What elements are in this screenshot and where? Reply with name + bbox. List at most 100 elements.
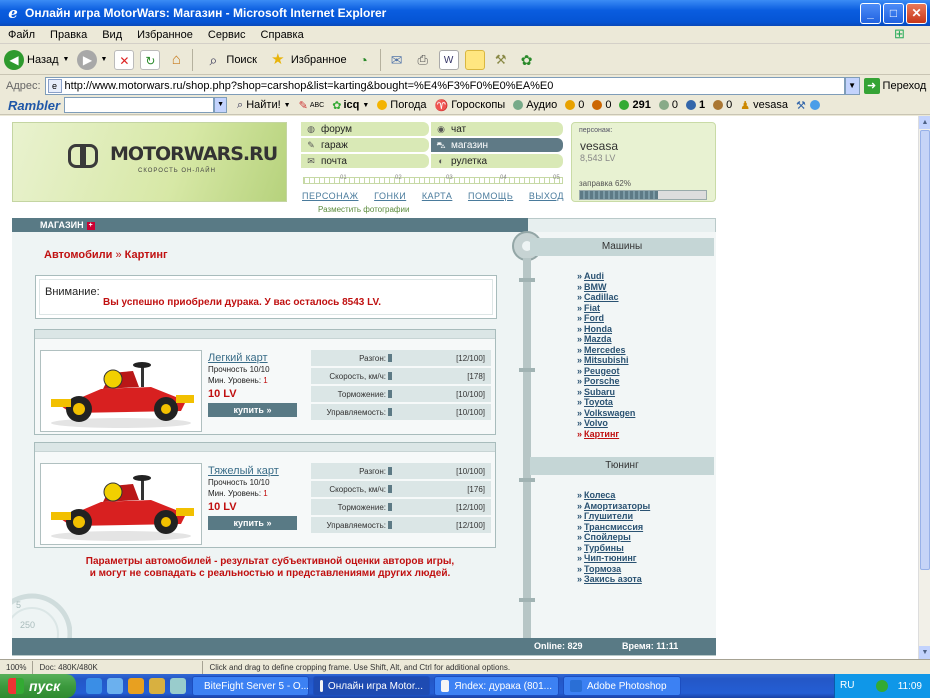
tray-icon[interactable] [875,680,888,692]
car-link-fiat[interactable]: » Fiat [577,303,635,314]
link-text[interactable]: Volkswagen [584,408,635,418]
menu-view[interactable]: Вид [94,29,129,41]
edit-icon[interactable]: W [438,49,459,70]
link-text[interactable]: Cadillac [584,292,619,302]
task-bitefight[interactable]: BiteFight Server 5 - О... [192,676,309,696]
nav-forum[interactable]: ◍ форум [301,122,429,136]
counter-people[interactable]: 0 [709,99,736,111]
start-button[interactable]: пуск [0,674,76,698]
car-link-porsche[interactable]: » Porsche [577,376,635,387]
car-link-mazda[interactable]: » Mazda [577,334,635,345]
tuning-link-brakes[interactable]: » Тормоза [577,564,650,575]
back-button[interactable]: ◀ Назад ▼ [0,47,73,73]
link-text[interactable]: Mitsubishi [584,355,629,365]
link-text[interactable]: Колеса [584,490,615,500]
link-text[interactable]: Амортизаторы [584,501,650,511]
history-icon[interactable]: ◔ [354,50,374,70]
upload-photos-link[interactable]: Разместить фотографии [318,205,409,214]
buy-button[interactable]: купить » [208,403,297,417]
link-text[interactable]: Глушители [584,511,633,521]
counter-mail[interactable]: 0 [561,99,588,111]
car-link-toyota[interactable]: » Toyota [577,397,635,408]
ie-quicklaunch-icon[interactable] [86,678,102,694]
app2-quicklaunch-icon[interactable] [170,678,186,694]
scroll-up-icon[interactable]: ▲ [919,116,930,129]
car-link-peugeot[interactable]: » Peugeot [577,366,635,377]
link-races[interactable]: ГОНКИ [374,191,406,201]
audio-button[interactable]: Аудио [509,99,561,111]
minimize-button[interactable]: _ [860,2,881,24]
counter-friends[interactable]: 0 [588,99,615,111]
nav-mail[interactable]: ✉ почта [301,154,429,168]
link-text[interactable]: Чип-тюнинг [584,553,637,563]
app-quicklaunch-icon[interactable] [149,678,165,694]
counter-top[interactable]: 291 [615,99,654,111]
tuning-link-chip[interactable]: » Чип-тюнинг [577,553,650,564]
car-link-volkswagen[interactable]: » Volkswagen [577,408,635,419]
link-character[interactable]: ПЕРСОНАЖ [302,191,359,201]
search-button[interactable]: ⌕ Поиск [196,47,260,73]
rambler-user[interactable]: ♟ vesasa [736,99,792,112]
car-link-subaru[interactable]: » Subaru [577,387,635,398]
print-icon[interactable]: ⎙ [413,50,433,70]
weather-button[interactable]: Погода [373,99,430,111]
car-link-mitsubishi[interactable]: » Mitsubishi [577,355,635,366]
link-text[interactable]: Тормоза [584,564,621,574]
tuning-link-mufflers[interactable]: » Глушители [577,511,650,522]
task-photoshop[interactable]: Adobe Photoshop [563,676,681,696]
car-link-audi[interactable]: » Audi [577,271,635,282]
tuning-link-spoilers[interactable]: » Спойлеры [577,532,650,543]
link-text[interactable]: Fiat [584,303,600,313]
link-text[interactable]: Ford [584,313,604,323]
scroll-thumb[interactable] [920,130,930,570]
link-exit[interactable]: ВЫХОД [529,191,564,201]
task-yandex[interactable]: Яndex: дурака (801... [434,676,559,696]
kart-image[interactable] [40,463,202,545]
rambler-logo[interactable]: Rambler [0,98,64,113]
link-text[interactable]: Mercedes [584,345,626,355]
link-text[interactable]: Volvo [584,418,608,428]
highlight-button[interactable]: ✎ ABC [295,99,329,112]
link-text[interactable]: Honda [584,324,612,334]
nav-chat[interactable]: ◉ чат [431,122,563,136]
tuning-link-wheels[interactable]: » Колеса [577,490,650,501]
link-text[interactable]: Peugeot [584,366,620,376]
icq-button[interactable]: ✿ icq ▼ [328,99,373,112]
nav-shop[interactable]: ⛍ магазин [431,138,563,152]
product-name[interactable]: Тяжелый карт [208,465,279,477]
link-text[interactable]: Картинг [584,429,619,439]
rambler-search-input[interactable] [64,97,215,113]
stop-icon[interactable]: ✕ [114,49,135,70]
link-map[interactable]: КАРТА [422,191,453,201]
firefox-quicklaunch-icon[interactable] [128,678,144,694]
menu-help[interactable]: Справка [253,29,311,41]
link-text[interactable]: Mazda [584,334,612,344]
menu-favorites[interactable]: Избранное [129,29,200,41]
car-link-cadillac[interactable]: » Cadillac [577,292,635,303]
link-text[interactable]: Трансмиссия [584,522,643,532]
mail-icon[interactable]: ✉ [387,50,407,70]
language-indicator[interactable]: RU [840,680,854,691]
nav-garage[interactable]: ✎ гараж [301,138,429,152]
desktop-quicklaunch-icon[interactable] [107,678,123,694]
forward-button[interactable]: ▶ ▼ [73,47,111,73]
menu-tools[interactable]: Сервис [200,29,253,41]
link-text[interactable]: Спойлеры [584,532,631,542]
maximize-button[interactable]: □ [883,2,904,24]
link-text[interactable]: Турбины [584,543,624,553]
home-icon[interactable]: ⌂ [166,50,186,70]
car-link-honda[interactable]: » Honda [577,324,635,335]
link-text[interactable]: Закись азота [584,574,642,584]
address-input[interactable]: e http://www.motorwars.ru/shop.php?shop=… [44,77,845,95]
link-text[interactable]: Subaru [584,387,615,397]
car-link-mercedes[interactable]: » Mercedes [577,345,635,356]
counter-photo[interactable]: 1 [682,99,709,111]
close-button[interactable]: ✕ [906,2,927,24]
car-link-karting[interactable]: » Картинг [577,429,635,440]
rambler-find-button[interactable]: ⌕ Найти! ▼ [233,99,295,112]
counter-news[interactable]: 0 [655,99,682,111]
go-button[interactable]: ➜ Переход [863,78,926,94]
kart-image[interactable] [40,350,202,432]
product-name[interactable]: Легкий карт [208,352,268,364]
note-icon[interactable] [464,49,485,70]
